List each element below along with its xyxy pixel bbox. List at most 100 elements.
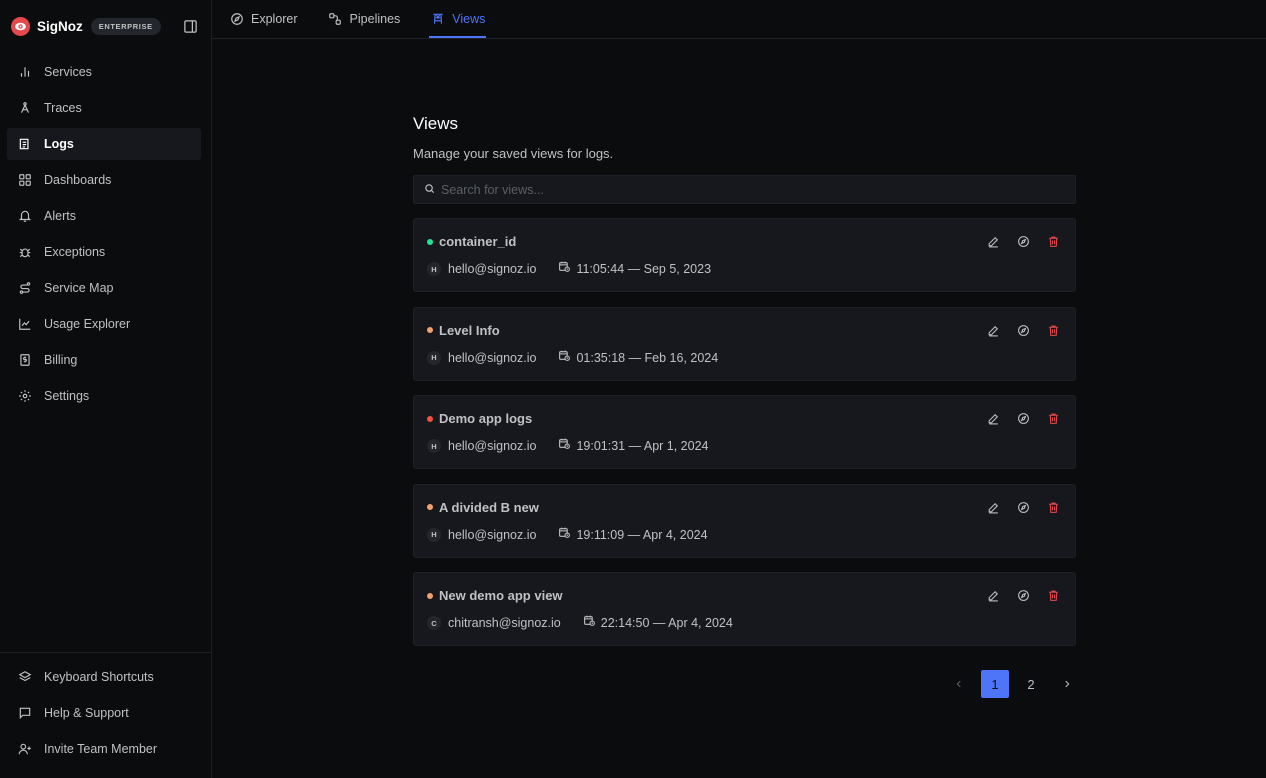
sidebar-item-label: Exceptions [44,245,106,259]
sidebar-item-label: Invite Team Member [44,742,158,756]
tab-explorer[interactable]: Explorer [228,0,299,38]
logs-icon [17,137,32,152]
gear-icon [17,389,32,404]
delete-trash-icon[interactable] [1046,500,1061,515]
user-plus-icon [17,742,32,757]
view-timestamp: 19:11:09 — Apr 4, 2024 [558,526,708,544]
view-time-label: 19:01:31 — Apr 1, 2024 [576,439,709,453]
sidebar-item-label: Alerts [44,209,76,223]
sidebar-item-logs[interactable]: Logs [7,128,201,160]
edit-pencil-icon[interactable] [986,411,1001,426]
edit-pencil-icon[interactable] [986,500,1001,515]
page-button-2[interactable]: 2 [1017,670,1045,698]
page-button-1[interactable]: 1 [981,670,1009,698]
view-card[interactable]: Level Info H hello@signoz.io 01:35:18 — … [413,306,1076,381]
avatar: C [427,616,441,630]
sidebar-item-label: Settings [44,389,90,403]
sidebar-item-label: Help & Support [44,706,129,720]
brand-name: SigNoz [37,18,83,34]
message-icon [17,706,32,721]
explore-compass-icon[interactable] [1016,234,1031,249]
sidebar-nav: Services Traces Logs Dashboards Alerts E… [7,56,201,416]
view-timestamp: 22:14:50 — Apr 4, 2024 [583,614,733,632]
view-card[interactable]: New demo app view C chitransh@signoz.io … [413,572,1076,646]
delete-trash-icon[interactable] [1046,323,1061,338]
explore-compass-icon[interactable] [1016,588,1031,603]
tower-icon [430,12,445,27]
sidebar-item-traces[interactable]: Traces [7,92,201,124]
view-author: chitransh@signoz.io [448,616,561,630]
sidebar-item-help-support[interactable]: Help & Support [7,697,201,729]
signoz-logo-icon [11,16,30,36]
delete-trash-icon[interactable] [1046,411,1061,426]
avatar: H [427,527,441,542]
brand[interactable]: SigNoz ENTERPRISE [11,16,161,36]
explore-compass-icon[interactable] [1016,411,1031,426]
view-author: hello@signoz.io [448,350,537,365]
explore-compass-icon[interactable] [1016,500,1031,515]
search-icon [424,181,435,199]
sidebar-item-keyboard-shortcuts[interactable]: Keyboard Shortcuts [7,661,201,693]
main-content: Explorer Pipelines Views Views Manage yo… [212,0,1266,778]
sidebar-item-label: Usage Explorer [44,317,131,331]
sidebar-collapse-icon[interactable] [183,19,198,34]
view-time-label: 11:05:44 — Sep 5, 2023 [576,262,712,276]
view-color-dot [427,327,433,333]
sidebar-item-invite-team-member[interactable]: Invite Team Member [7,733,201,765]
logs-tabs: Explorer Pipelines Views [212,0,1266,39]
sidebar-item-dashboards[interactable]: Dashboards [7,164,201,196]
edit-pencil-icon[interactable] [986,323,1001,338]
delete-trash-icon[interactable] [1046,234,1061,249]
view-name: A divided B new [439,499,539,515]
view-name: container_id [439,234,517,249]
edit-pencil-icon[interactable] [986,234,1001,249]
receipt-icon [17,353,32,368]
view-card[interactable]: Demo app logs H hello@signoz.io 19:01:31… [413,395,1076,469]
sidebar-item-alerts[interactable]: Alerts [7,200,201,232]
sidebar-item-settings[interactable]: Settings [7,380,201,412]
layers-icon [17,670,32,685]
avatar: H [427,350,441,365]
search-input[interactable] [441,182,1075,197]
view-color-dot [427,592,433,599]
next-page-chevron-icon[interactable] [1053,670,1081,698]
view-time-label: 01:35:18 — Feb 16, 2024 [576,350,719,365]
sidebar-item-label: Service Map [44,281,114,295]
sidebar-item-label: Keyboard Shortcuts [44,670,154,684]
view-author: hello@signoz.io [448,262,537,276]
calendar-clock-icon [583,614,596,632]
tab-pipelines[interactable]: Pipelines [327,0,402,38]
tab-label: Explorer [251,12,298,26]
view-color-dot [427,238,433,245]
prev-page-chevron-icon[interactable] [945,670,973,698]
view-card[interactable]: container_id H hello@signoz.io 11:05:44 … [413,218,1076,292]
views-list: container_id H hello@signoz.io 11:05:44 … [413,218,1076,646]
edit-pencil-icon[interactable] [986,588,1001,603]
view-author: hello@signoz.io [448,439,537,453]
sidebar-item-billing[interactable]: Billing [7,344,201,376]
view-time-label: 19:11:09 — Apr 4, 2024 [576,527,708,542]
delete-trash-icon[interactable] [1046,588,1061,603]
tab-views[interactable]: Views [429,0,487,38]
avatar: H [427,439,441,453]
workflow-icon [328,12,343,27]
sidebar-item-exceptions[interactable]: Exceptions [7,236,201,268]
sidebar-item-services[interactable]: Services [7,56,201,88]
view-card[interactable]: A divided B new H hello@signoz.io 19:11:… [413,483,1076,558]
calendar-clock-icon [558,260,571,278]
view-color-dot [427,415,433,422]
view-author: hello@signoz.io [448,527,537,542]
sidebar-item-label: Logs [44,137,74,151]
dashboard-grid-icon [17,173,32,188]
traces-icon [17,101,32,116]
explore-compass-icon[interactable] [1016,323,1031,338]
sidebar-item-service-map[interactable]: Service Map [7,272,201,304]
sidebar-item-label: Services [44,65,92,79]
pagination: 1 2 [945,670,1089,698]
bug-icon [17,245,32,260]
sidebar-item-usage-explorer[interactable]: Usage Explorer [7,308,201,340]
sidebar-item-label: Billing [44,353,78,367]
search-box[interactable] [413,175,1076,204]
route-icon [17,281,32,296]
calendar-clock-icon [558,526,571,544]
